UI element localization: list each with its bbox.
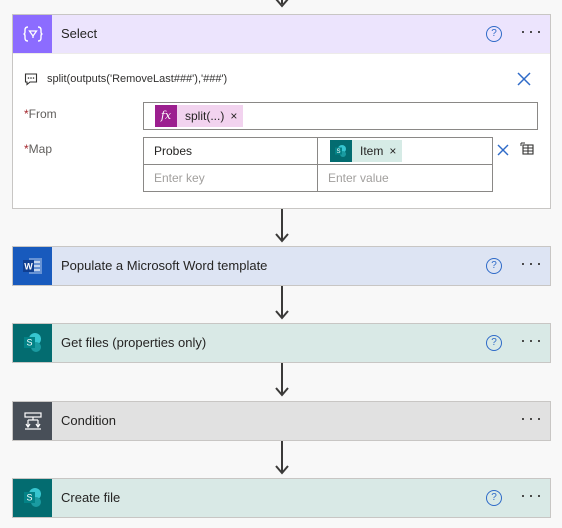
- create-file-action-card[interactable]: S Create file ? ···: [12, 478, 551, 518]
- select-card-title: Select: [61, 26, 98, 41]
- close-icon[interactable]: [517, 72, 531, 89]
- connector-arrow-1: [275, 233, 289, 243]
- expression-token[interactable]: fx split(...) ×: [155, 105, 244, 127]
- more-options-icon[interactable]: ···: [520, 402, 544, 440]
- connector-arrow-2: [275, 310, 289, 320]
- get-files-card-title: Get files (properties only): [61, 335, 207, 350]
- word-template-action-card[interactable]: W Populate a Microsoft Word template ? ·…: [12, 246, 551, 286]
- svg-text:W: W: [24, 262, 33, 272]
- word-card-title: Populate a Microsoft Word template: [61, 258, 268, 273]
- connector-arrow-top: [275, 0, 289, 8]
- sharepoint-icon: S: [13, 324, 52, 362]
- dynamic-content-token[interactable]: S Item ×: [330, 140, 403, 162]
- dynamic-token-label: Item: [360, 144, 384, 158]
- switch-to-text-mode-icon[interactable]: [520, 142, 535, 159]
- from-label: *From: [24, 107, 57, 121]
- map-value-input[interactable]: S Item ×: [317, 137, 493, 165]
- header-separator: [13, 53, 550, 54]
- get-files-action-card[interactable]: S Get files (properties only) ? ···: [12, 323, 551, 363]
- help-icon[interactable]: ?: [486, 335, 502, 351]
- value-placeholder: Enter value: [328, 171, 389, 185]
- delete-row-icon[interactable]: [497, 144, 509, 159]
- help-icon[interactable]: ?: [486, 258, 502, 274]
- create-file-card-title: Create file: [61, 490, 121, 505]
- comment-icon: [24, 72, 38, 89]
- word-icon: W: [13, 247, 52, 285]
- map-value-placeholder-input[interactable]: Enter value: [317, 164, 493, 192]
- condition-action-card[interactable]: Condition ···: [12, 401, 551, 441]
- more-options-icon[interactable]: ···: [520, 15, 544, 53]
- condition-card-title: Condition: [61, 413, 116, 428]
- more-options-icon[interactable]: ···: [520, 479, 544, 517]
- help-icon[interactable]: ?: [486, 490, 502, 506]
- select-action-card: Select ? ··· split(outputs('RemoveLast##…: [12, 14, 551, 209]
- sharepoint-icon: S: [330, 140, 352, 162]
- expression-fx-icon: fx: [155, 105, 177, 127]
- expression-token-label: split(...): [185, 109, 225, 123]
- svg-text:S: S: [26, 493, 32, 503]
- more-options-icon[interactable]: ···: [520, 324, 544, 362]
- select-card-header[interactable]: Select ? ···: [13, 15, 550, 53]
- map-label-text: Map: [28, 142, 53, 156]
- svg-text:S: S: [336, 149, 340, 155]
- data-operation-select-icon: [13, 15, 52, 53]
- help-icon[interactable]: ?: [486, 26, 502, 42]
- action-comment-text[interactable]: split(outputs('RemoveLast###'),'###'): [47, 73, 227, 85]
- map-key-input[interactable]: Probes: [143, 137, 318, 165]
- sharepoint-icon: S: [13, 479, 52, 517]
- remove-token-icon[interactable]: ×: [389, 140, 396, 162]
- remove-token-icon[interactable]: ×: [230, 105, 237, 127]
- more-options-icon[interactable]: ···: [520, 247, 544, 285]
- condition-icon: [13, 402, 52, 440]
- connector-arrow-4: [275, 465, 289, 475]
- map-label: *Map: [24, 142, 52, 156]
- from-input[interactable]: fx split(...) ×: [143, 102, 538, 130]
- map-key-placeholder-input[interactable]: Enter key: [143, 164, 318, 192]
- from-label-text: From: [28, 107, 57, 121]
- svg-text:S: S: [26, 338, 32, 348]
- connector-arrow-3: [275, 387, 289, 397]
- key-placeholder: Enter key: [154, 171, 205, 185]
